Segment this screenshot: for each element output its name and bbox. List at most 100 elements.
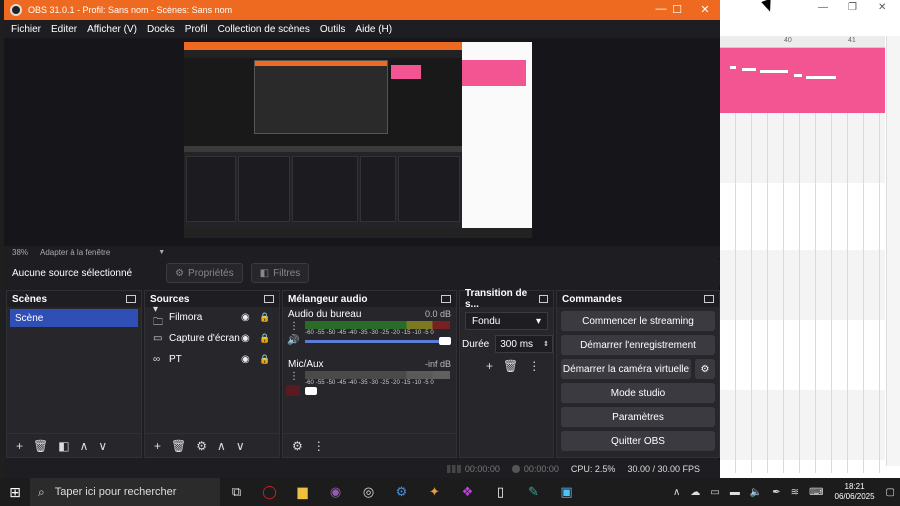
preview-area[interactable] bbox=[4, 38, 720, 246]
visibility-eye-icon[interactable]: ◉ bbox=[241, 333, 250, 344]
remove-source-button[interactable]: 🗑 bbox=[171, 439, 186, 453]
background-close-button[interactable]: ✕ bbox=[878, 2, 886, 13]
undock-icon[interactable] bbox=[704, 295, 714, 303]
windows-start-icon[interactable]: ⊞ bbox=[0, 484, 30, 501]
filters-button[interactable]: ◧ Filtres bbox=[250, 263, 310, 283]
move-up-button[interactable]: ∧ bbox=[217, 439, 226, 453]
menu-outils[interactable]: Outils bbox=[320, 24, 346, 35]
visibility-eye-icon[interactable]: ◉ bbox=[241, 354, 250, 365]
language-icon[interactable]: ⌨ bbox=[809, 487, 823, 498]
game-icon[interactable]: ✦ bbox=[418, 484, 451, 500]
heart-app-icon[interactable]: ❖ bbox=[451, 484, 484, 500]
undock-icon[interactable] bbox=[441, 295, 451, 303]
move-down-button[interactable]: ∨ bbox=[98, 439, 107, 453]
stream-time: 00:00:00 bbox=[464, 464, 500, 474]
virtual-camera-settings-gear-icon[interactable]: ⚙ bbox=[695, 359, 715, 379]
move-up-button[interactable]: ∧ bbox=[80, 439, 89, 453]
transitions-dock: Transition de s... Fondu ▾ Durée 300 ms … bbox=[459, 288, 554, 458]
add-transition-button[interactable]: + bbox=[486, 359, 493, 373]
background-scrollbar[interactable] bbox=[886, 36, 900, 466]
obs-taskbar-icon[interactable]: ◎ bbox=[352, 484, 385, 500]
wifi-icon[interactable]: ≋ bbox=[791, 487, 799, 498]
preview-canvas[interactable] bbox=[184, 42, 532, 238]
cpu-usage: CPU: 2.5% bbox=[570, 464, 616, 474]
transition-menu-button[interactable]: ⋮ bbox=[528, 359, 540, 373]
ruler-mark-40: 40 bbox=[784, 37, 792, 44]
settings-button[interactable]: Paramètres bbox=[561, 407, 715, 427]
fit-mode-dropdown[interactable]: Adapter à la fenêtre bbox=[40, 248, 110, 257]
clock[interactable]: 18:21 06/06/2025 bbox=[835, 482, 875, 502]
menu-profil[interactable]: Profil bbox=[185, 24, 208, 35]
menu-editer[interactable]: Editer bbox=[51, 24, 77, 35]
display-icon[interactable]: ▭ bbox=[710, 487, 719, 498]
lock-icon[interactable]: 🔒 bbox=[259, 312, 270, 323]
start-virtual-camera-button[interactable]: Démarrer la caméra virtuelle bbox=[561, 359, 691, 379]
menu-aide[interactable]: Aide (H) bbox=[355, 24, 392, 35]
transition-select[interactable]: Fondu ▾ bbox=[465, 312, 548, 330]
background-minimize-button[interactable]: — bbox=[818, 2, 828, 13]
obs-titlebar: OBS 31.0.1 - Profil: Sans nom - Scènes: … bbox=[4, 0, 720, 20]
app-icon[interactable]: ◉ bbox=[319, 484, 352, 500]
muted-speaker-icon[interactable] bbox=[286, 385, 300, 396]
remove-transition-button[interactable]: 🗑 bbox=[503, 359, 518, 373]
document-icon[interactable]: ▯ bbox=[484, 484, 517, 500]
pen-icon[interactable]: ✒ bbox=[772, 487, 780, 498]
volume-slider-knob[interactable] bbox=[439, 337, 451, 345]
kebab-menu-icon[interactable]: ⋮ bbox=[289, 371, 299, 382]
scene-filters-button[interactable]: ◧ bbox=[58, 439, 69, 453]
menu-docks[interactable]: Docks bbox=[147, 24, 175, 35]
exit-button[interactable]: Quitter OBS bbox=[561, 431, 715, 451]
studio-mode-button[interactable]: Mode studio bbox=[561, 383, 715, 403]
paint-icon[interactable]: ✎ bbox=[517, 484, 550, 500]
task-view-icon[interactable]: ⧉ bbox=[220, 484, 253, 500]
filmora-icon[interactable]: ▣ bbox=[550, 484, 583, 500]
duration-input[interactable]: 300 ms ⇕ bbox=[495, 335, 553, 353]
close-button[interactable]: ✕ bbox=[692, 3, 718, 16]
source-item[interactable]: ▾🗀 Filmora ◉ 🔒 bbox=[145, 304, 279, 328]
scene-item[interactable]: Scène bbox=[10, 309, 138, 327]
lock-icon[interactable]: 🔒 bbox=[259, 354, 270, 365]
source-item[interactable]: ▭ Capture d'écran ◉ 🔒 bbox=[145, 328, 279, 349]
opera-icon[interactable]: ◯ bbox=[253, 484, 286, 500]
undock-icon[interactable] bbox=[264, 295, 274, 303]
menu-bar: Fichier Editer Afficher (V) Docks Profil… bbox=[4, 20, 720, 38]
menu-fichier[interactable]: Fichier bbox=[11, 24, 41, 35]
start-streaming-button[interactable]: Commencer le streaming bbox=[561, 311, 715, 331]
source-settings-button[interactable]: ⚙ bbox=[196, 439, 207, 453]
mixer-menu-button[interactable]: ⋮ bbox=[313, 439, 325, 453]
add-scene-button[interactable]: + bbox=[16, 439, 23, 453]
file-explorer-icon[interactable]: ▆ bbox=[286, 484, 319, 500]
cloud-icon[interactable]: ☁ bbox=[690, 487, 700, 498]
visibility-eye-icon[interactable]: ◉ bbox=[241, 312, 250, 323]
volume-slider[interactable] bbox=[305, 340, 445, 343]
steam-icon[interactable]: ⚙ bbox=[385, 484, 418, 500]
status-bar: 00:00:00 00:00:00 CPU: 2.5% 30.00 / 30.0… bbox=[4, 460, 720, 478]
battery-icon[interactable]: ▬ bbox=[730, 487, 740, 498]
maximize-button[interactable]: ☐ bbox=[664, 3, 690, 16]
kebab-menu-icon[interactable]: ⋮ bbox=[289, 321, 299, 332]
undock-icon[interactable] bbox=[126, 295, 136, 303]
volume-slider-knob[interactable] bbox=[305, 387, 317, 395]
move-down-button[interactable]: ∨ bbox=[236, 439, 245, 453]
taskbar-search-box[interactable]: ⌕ Taper ici pour rechercher bbox=[30, 478, 220, 506]
add-source-button[interactable]: + bbox=[154, 439, 161, 453]
speaker-icon[interactable]: 🔊 bbox=[287, 335, 299, 346]
lock-icon[interactable]: 🔒 bbox=[259, 333, 270, 344]
source-item[interactable]: ∞ PT ◉ 🔒 bbox=[145, 349, 279, 370]
chevron-down-icon[interactable]: ▼ bbox=[158, 249, 165, 256]
menu-afficher[interactable]: Afficher (V) bbox=[87, 24, 137, 35]
undock-icon[interactable] bbox=[538, 295, 548, 303]
start-recording-button[interactable]: Démarrer l'enregistrement bbox=[561, 335, 715, 355]
menu-collection-scenes[interactable]: Collection de scènes bbox=[218, 24, 310, 35]
timeline-clip[interactable] bbox=[720, 48, 885, 113]
background-maximize-button[interactable]: ❐ bbox=[848, 2, 857, 13]
background-app-titlebar: — ❐ ✕ bbox=[720, 0, 900, 32]
remove-scene-button[interactable]: 🗑 bbox=[33, 439, 48, 453]
properties-button[interactable]: ⚙ Propriétés bbox=[166, 263, 243, 283]
chevron-up-icon[interactable]: ∧ bbox=[673, 487, 680, 498]
mixer-settings-button[interactable]: ⚙ bbox=[292, 439, 303, 453]
volume-icon[interactable]: 🔈 bbox=[750, 487, 762, 498]
notifications-icon[interactable]: ▢ bbox=[886, 487, 895, 498]
stepper-icon[interactable]: ⇕ bbox=[543, 340, 549, 348]
source-toolbar: Aucune source sélectionné ⚙ Propriétés ◧… bbox=[4, 260, 720, 286]
